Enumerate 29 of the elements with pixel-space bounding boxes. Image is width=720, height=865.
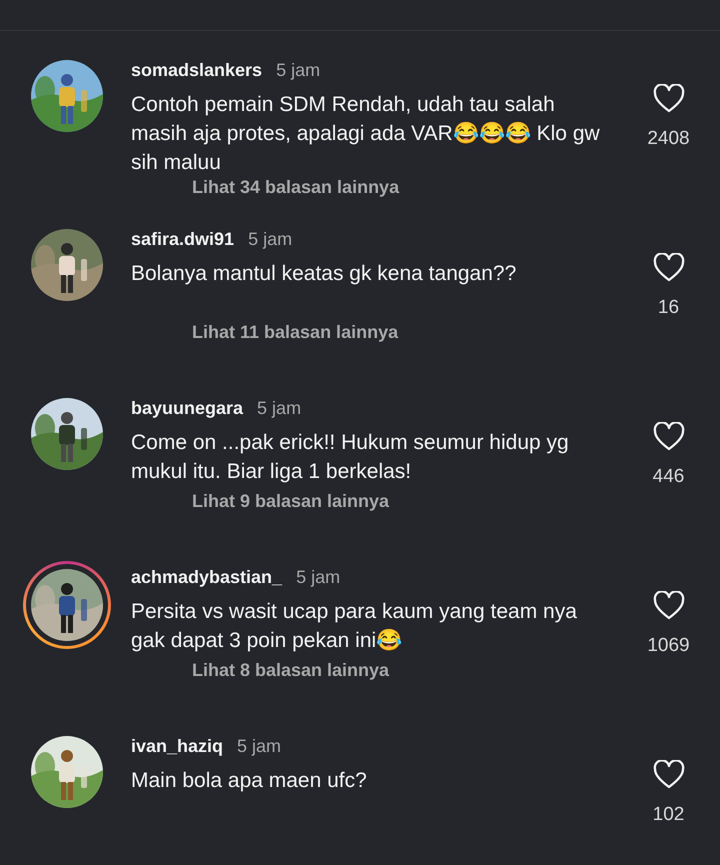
comment-text: Come on ...pak erick!! Hukum seumur hidup yg mukul itu. Biar liga 1 berkelas!	[131, 430, 570, 485]
username[interactable]: somadslankers	[131, 57, 262, 84]
like-count: 16	[658, 296, 680, 320]
username[interactable]: safira.dwi91	[131, 226, 234, 253]
heart-icon[interactable]	[652, 253, 684, 282]
view-replies-link[interactable]: Lihat 8 balasan lainnya	[192, 657, 390, 683]
view-replies-link[interactable]: Lihat 9 balasan lainnya	[192, 488, 390, 514]
like-count: 102	[652, 803, 684, 827]
comment-time: 5 jam	[276, 59, 320, 82]
heart-icon[interactable]	[652, 422, 684, 451]
comment-text: Persita vs wasit ucap para kaum yang team nya gak dapat 3 poin pekan ini😂	[131, 599, 578, 654]
heart-icon[interactable]	[652, 84, 684, 113]
like-count: 1069	[647, 634, 690, 658]
like-count: 2408	[647, 127, 690, 151]
comment-time: 5 jam	[237, 735, 282, 758]
comment-text: Contoh pemain SDM Rendah, udah tau salah masih aja protes, apalagi ada VAR😂😂😂 Klo gw sih maluu	[131, 92, 601, 172]
comment-text: Main bola apa maen ufc?	[131, 768, 368, 794]
heart-icon[interactable]	[652, 591, 684, 620]
comment-time: 5 jam	[296, 566, 340, 589]
comment-time: 5 jam	[248, 228, 292, 251]
username[interactable]: ivan_haziq	[131, 733, 224, 760]
comment-text: Bolanya mantul keatas gk kena tangan??	[131, 261, 518, 287]
view-replies-link[interactable]: Lihat 34 balasan lainnya	[192, 174, 400, 200]
heart-icon[interactable]	[652, 760, 684, 789]
username[interactable]: bayuunegara	[131, 395, 244, 422]
view-replies-link[interactable]: Lihat 11 balasan lainnya	[192, 319, 398, 345]
like-count: 446	[652, 465, 684, 489]
comment-time: 5 jam	[257, 397, 302, 420]
username[interactable]: achmadybastian_	[131, 564, 282, 591]
